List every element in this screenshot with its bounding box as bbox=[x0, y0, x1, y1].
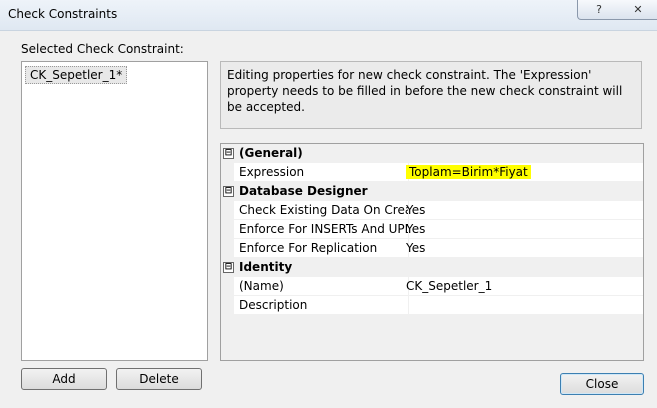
window-close-button[interactable]: ✕ bbox=[619, 0, 657, 20]
collapse-icon[interactable]: ⊟ bbox=[223, 186, 234, 197]
selected-constraint-label: Selected Check Constraint: bbox=[21, 42, 184, 56]
constraint-list[interactable]: CK_Sepetler_1* bbox=[21, 61, 208, 361]
property-row-name[interactable]: (Name) CK_Sepetler_1 bbox=[221, 277, 643, 296]
expression-value[interactable]: Toplam=Birim*Fiyat bbox=[406, 165, 531, 179]
property-value[interactable]: Yes bbox=[403, 220, 643, 239]
property-value[interactable] bbox=[403, 296, 643, 315]
delete-button[interactable]: Delete bbox=[116, 368, 202, 390]
property-row-enforce-replication[interactable]: Enforce For Replication Yes bbox=[221, 239, 643, 258]
title-bar: Check Constraints ? ✕ bbox=[0, 0, 657, 31]
property-grid-empty-area bbox=[221, 315, 643, 360]
category-database-designer[interactable]: ⊟ Database Designer bbox=[221, 182, 643, 201]
property-name: (Name) bbox=[234, 277, 409, 296]
property-name: Expression bbox=[234, 163, 409, 182]
category-label: Database Designer bbox=[239, 184, 368, 198]
close-button[interactable]: Close bbox=[560, 373, 644, 395]
property-row-enforce-inserts[interactable]: Enforce For INSERTs And UPDA Yes bbox=[221, 220, 643, 239]
property-name: Check Existing Data On Creatio bbox=[234, 201, 409, 220]
property-row-expression[interactable]: Expression Toplam=Birim*Fiyat bbox=[221, 163, 643, 182]
property-name: Enforce For Replication bbox=[234, 239, 409, 258]
property-grid[interactable]: ⊟ (General) Expression Toplam=Birim*Fiya… bbox=[220, 143, 644, 361]
property-value-expression[interactable]: Toplam=Birim*Fiyat bbox=[403, 163, 643, 182]
info-message: Editing properties for new check constra… bbox=[220, 61, 642, 129]
category-label: Identity bbox=[239, 260, 293, 274]
property-row-check-existing[interactable]: Check Existing Data On Creatio Yes bbox=[221, 201, 643, 220]
category-general[interactable]: ⊟ (General) bbox=[221, 144, 643, 163]
constraint-list-item[interactable]: CK_Sepetler_1* bbox=[25, 66, 128, 84]
category-identity[interactable]: ⊟ Identity bbox=[221, 258, 643, 277]
property-value[interactable]: Yes bbox=[403, 239, 643, 258]
collapse-icon[interactable]: ⊟ bbox=[223, 262, 234, 273]
property-value[interactable]: Yes bbox=[403, 201, 643, 220]
help-button[interactable]: ? bbox=[577, 0, 621, 20]
collapse-icon[interactable]: ⊟ bbox=[223, 148, 234, 159]
add-button[interactable]: Add bbox=[21, 368, 107, 390]
property-name: Description bbox=[234, 296, 409, 315]
property-name: Enforce For INSERTs And UPDA bbox=[234, 220, 409, 239]
window-title: Check Constraints bbox=[8, 7, 118, 21]
category-label: (General) bbox=[239, 146, 303, 160]
property-row-description[interactable]: Description bbox=[221, 296, 643, 315]
property-value[interactable]: CK_Sepetler_1 bbox=[403, 277, 643, 296]
